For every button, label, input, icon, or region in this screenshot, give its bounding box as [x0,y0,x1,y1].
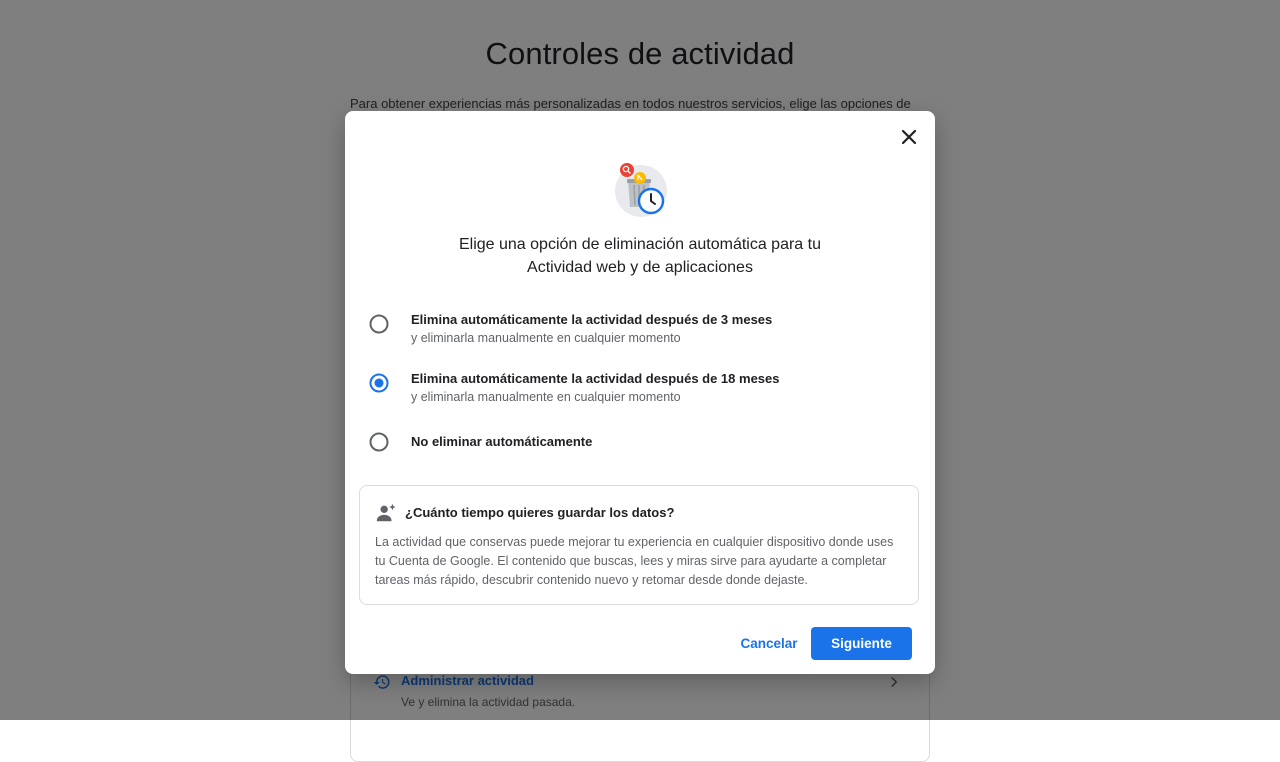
close-icon[interactable] [897,125,921,149]
dialog-heading-line-2: Actividad web y de aplicaciones [527,259,753,276]
auto-delete-illustration [615,163,667,217]
option-subtitle: y eliminarla manualmente en cualquier mo… [411,331,681,345]
radio-unselected-icon[interactable] [369,314,389,334]
person-sparkle-icon [376,503,396,522]
option-title: Elimina automáticamente la actividad des… [411,312,773,327]
option-subtitle: y eliminarla manualmente en cualquier mo… [411,390,681,404]
option-title: Elimina automáticamente la actividad des… [411,371,780,386]
option-18-months[interactable]: Elimina automáticamente la actividad des… [369,371,911,407]
info-title: ¿Cuánto tiempo quieres guardar los datos… [405,505,675,520]
info-body: La actividad que conservas puede mejorar… [375,535,894,587]
dialog-heading-line-1: Elige una opción de eliminación automáti… [458,236,821,253]
option-3-months[interactable]: Elimina automáticamente la actividad des… [369,312,911,348]
next-button[interactable]: Siguiente [811,627,912,660]
info-box: ¿Cuánto tiempo quieres guardar los datos… [359,485,919,605]
radio-selected-icon[interactable] [369,373,389,393]
dialog-heading: Elige una opción de eliminación automáti… [405,233,875,279]
option-no-auto-delete[interactable]: No eliminar automáticamente [369,432,911,454]
radio-unselected-icon[interactable] [369,432,389,452]
cancel-button[interactable]: Cancelar [733,627,805,659]
auto-delete-dialog: Elige una opción de eliminación automáti… [345,111,935,674]
option-title: No eliminar automáticamente [411,434,593,449]
